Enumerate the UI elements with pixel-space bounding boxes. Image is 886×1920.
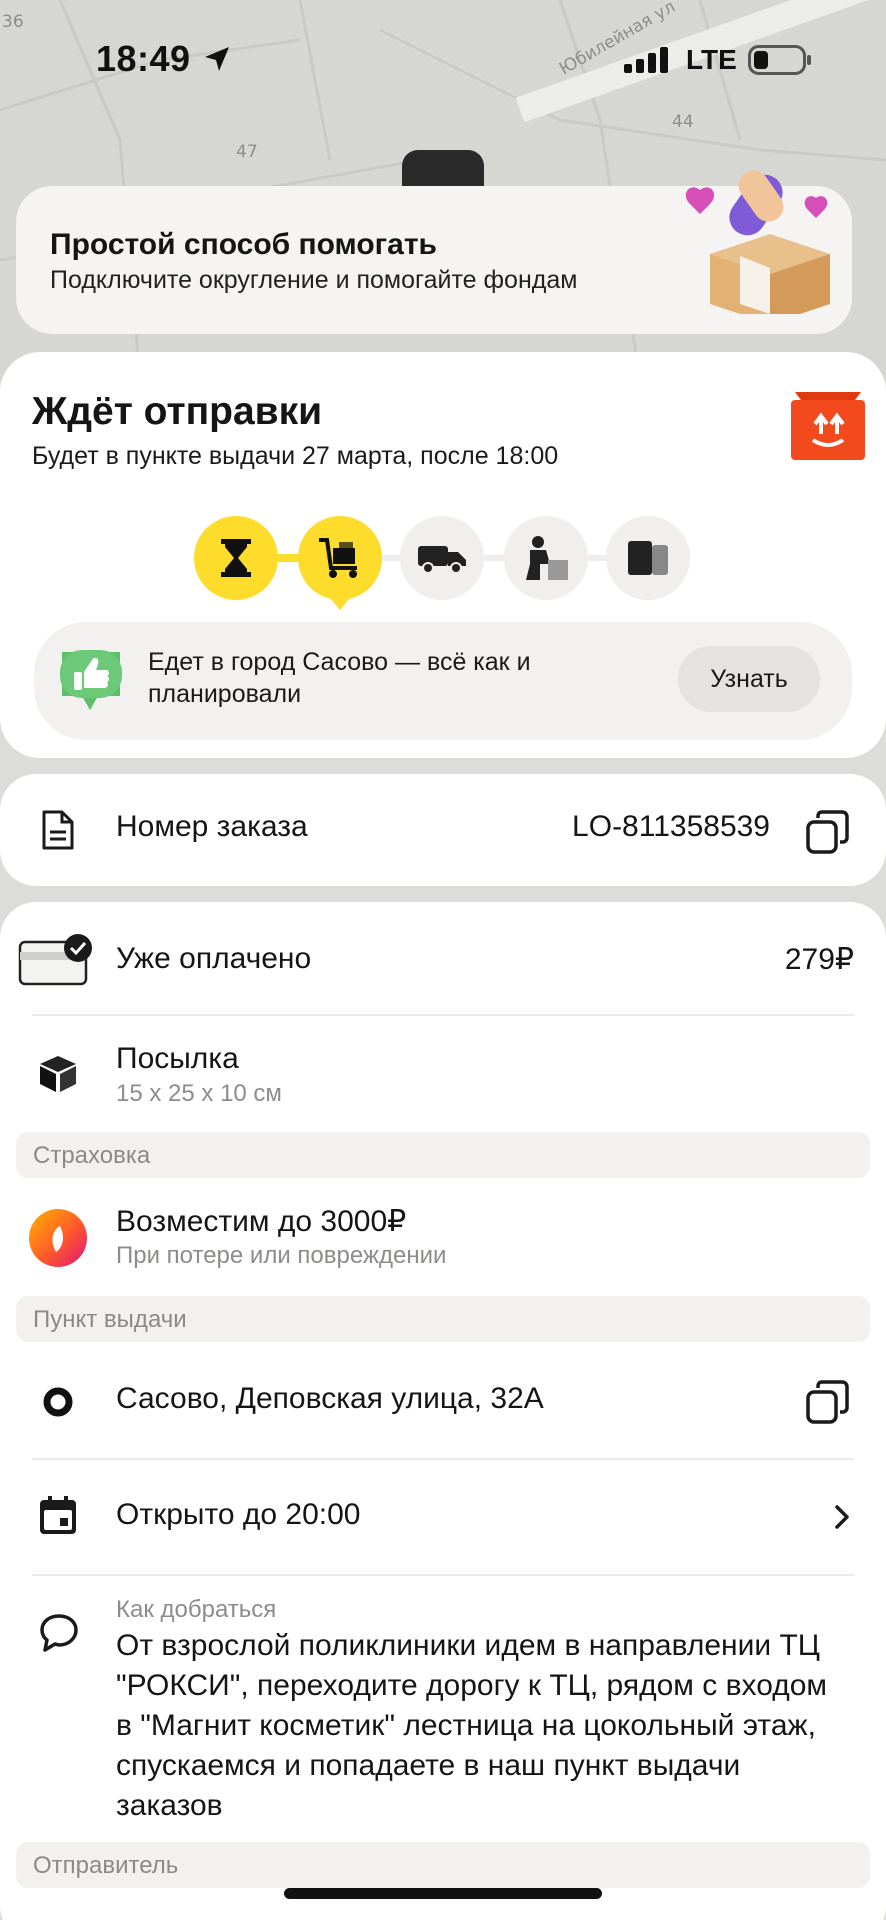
step-pickup: [606, 516, 690, 600]
order-number-label: Номер заказа: [116, 810, 308, 843]
sender-section-header: Отправитель: [16, 1842, 870, 1888]
insurance-icon: [29, 1209, 87, 1267]
pickup-address[interactable]: Сасово, Деповская улица, 32А: [116, 1382, 544, 1416]
status-time: 18:49: [96, 38, 191, 79]
promo-title: Простой способ помогать: [50, 228, 437, 261]
shipment-progress: [194, 516, 690, 610]
pickup-section-header: Пункт выдачи: [16, 1296, 870, 1342]
pickup-box-icon: [628, 541, 668, 575]
order-details-card: Уже оплачено 279₽ Посылка 15 x 25 x 10 с…: [0, 902, 886, 1920]
sender-header-label: Отправитель: [33, 1852, 179, 1879]
gift-box-illustration-icon: [685, 170, 830, 314]
order-number-value[interactable]: LO-811358539: [572, 810, 770, 844]
chat-bubble-icon: [40, 1614, 78, 1652]
calendar-icon: [40, 1496, 76, 1534]
pickup-point-icon: [43, 1387, 73, 1417]
directions-label: Как добраться: [116, 1596, 277, 1623]
paid-label: Уже оплачено: [116, 942, 312, 975]
divider: [32, 1014, 854, 1016]
learn-more-button[interactable]: Узнать: [678, 646, 820, 712]
signal-icon: [624, 47, 668, 73]
status-title: Ждёт отправки: [32, 390, 323, 433]
step-hourglass: [194, 516, 278, 600]
parcel-size: 15 x 25 x 10 см: [116, 1080, 282, 1107]
map-house-number: 47: [236, 142, 258, 162]
status-subtitle: Будет в пункте выдачи 27 марта, после 18…: [32, 442, 559, 470]
parcel-cube-icon: [40, 1056, 76, 1092]
pickup-header-label: Пункт выдачи: [33, 1306, 187, 1333]
copy-address-icon[interactable]: [806, 1380, 850, 1424]
home-indicator[interactable]: [284, 1888, 602, 1899]
chevron-right-icon: [835, 1505, 849, 1529]
promo-banner[interactable]: Простой способ помогать Подключите округ…: [16, 170, 852, 334]
paid-amount: 279₽: [784, 943, 854, 976]
thumbs-up-icon: [60, 650, 122, 710]
location-arrow-icon: [205, 47, 229, 71]
parcel-label: Посылка: [116, 1042, 239, 1075]
battery-icon: [748, 45, 811, 75]
step-courier: [504, 516, 588, 600]
hourglass-icon: [221, 539, 251, 577]
directions-text: От взрослой поликлиники идем в направлен…: [116, 1629, 828, 1822]
opening-hours-text: Открыто до 20:00: [116, 1498, 361, 1531]
copy-icon[interactable]: [806, 810, 850, 854]
insurance-header-label: Страховка: [33, 1142, 151, 1169]
divider: [32, 1458, 854, 1460]
divider: [32, 1574, 854, 1576]
insurance-subtitle: При потере или повреждении: [116, 1242, 447, 1269]
route-info-text: Едет в город Сасово — всё как и планиров…: [148, 648, 531, 708]
brand-logo-icon: [791, 392, 865, 460]
order-number-card: Номер заказа LO-811358539: [0, 774, 886, 886]
cart-icon: [319, 538, 357, 578]
step-truck: [400, 516, 484, 600]
courier-icon: [526, 536, 568, 580]
document-icon: [42, 810, 74, 850]
network-type: LTE: [686, 44, 737, 75]
status-bar: 18:49 LTE: [0, 0, 886, 120]
promo-subtitle: Подключите округление и помогайте фондам: [50, 266, 578, 294]
card-paid-icon: [18, 934, 92, 986]
truck-icon: [418, 546, 466, 574]
shipment-status-card: Ждёт отправки Будет в пункте выдачи 27 м…: [0, 352, 886, 758]
insurance-section-header: Страховка: [16, 1132, 870, 1178]
route-info-bubble: Едет в город Сасово — всё как и планиров…: [34, 622, 852, 740]
step-cart: [298, 516, 382, 610]
insurance-title: Возместим до 3000₽: [116, 1205, 407, 1238]
